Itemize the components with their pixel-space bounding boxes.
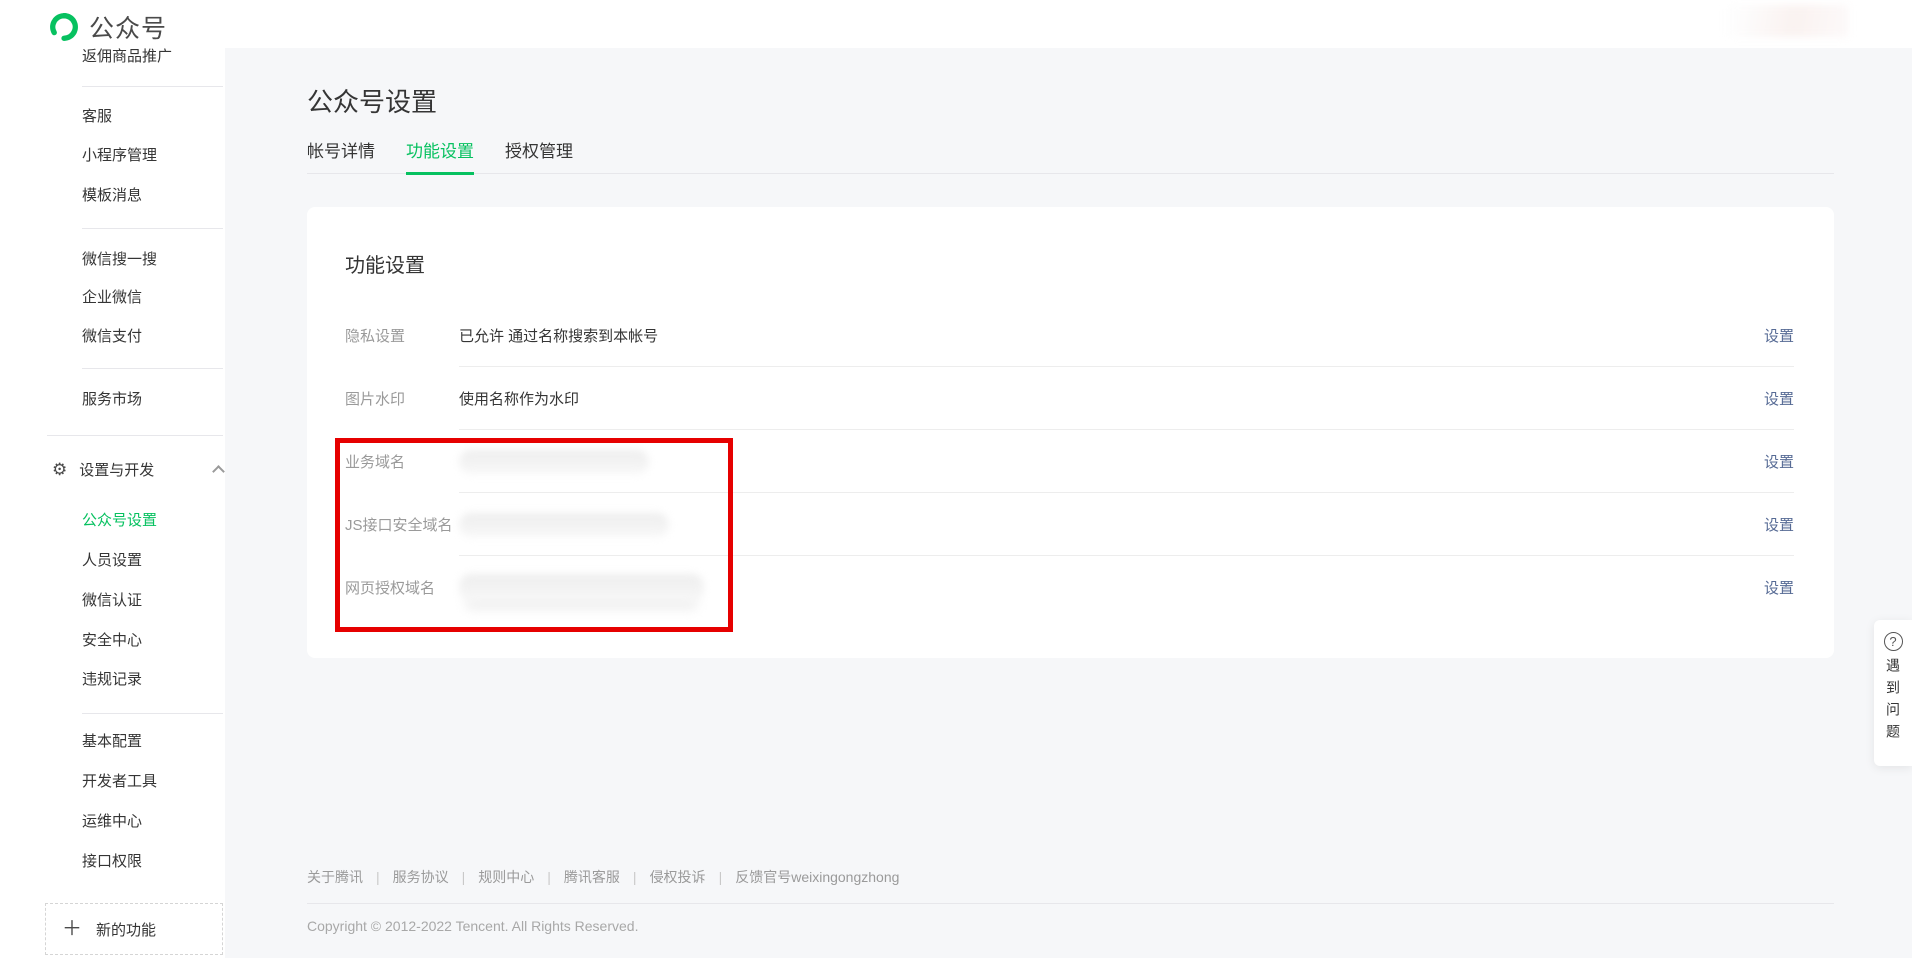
row-label: 图片水印 — [345, 391, 406, 408]
redacted-value-blur — [459, 512, 669, 537]
sidebar-item-api-permissions[interactable]: 接口权限 — [82, 852, 142, 872]
settings-row-privacy: 隐私设置 已允许 通过名称搜索到本帐号 设置 — [345, 304, 1794, 367]
sidebar-divider — [82, 86, 223, 87]
settings-link-watermark[interactable]: 设置 — [1764, 388, 1794, 409]
help-label: 遇到问题 — [1885, 658, 1901, 746]
row-label: JS接口安全域名 — [345, 517, 453, 534]
plus-icon: ＋ — [62, 918, 82, 940]
sidebar-item-service-market[interactable]: 服务市场 — [82, 390, 142, 410]
function-settings-card: 功能设置 隐私设置 已允许 通过名称搜索到本帐号 设置 图片水印 使用名称作为水… — [307, 207, 1834, 658]
settings-link-business-domain[interactable]: 设置 — [1764, 451, 1794, 472]
sidebar-divider — [47, 435, 223, 436]
row-value — [459, 512, 1764, 537]
sidebar-item-basic-configuration[interactable]: 基本配置 — [82, 732, 142, 752]
app-logo[interactable]: 公众号 — [49, 9, 167, 45]
settings-rows: 隐私设置 已允许 通过名称搜索到本帐号 设置 图片水印 使用名称作为水印 设置 … — [345, 304, 1794, 619]
copyright-text: Copyright © 2012-2022 Tencent. All Right… — [307, 918, 639, 934]
sidebar-item-violation-records[interactable]: 违规记录 — [82, 670, 142, 690]
help-widget[interactable]: ? 遇到问题 — [1874, 620, 1912, 766]
sidebar-item-security-center[interactable]: 安全中心 — [82, 631, 142, 651]
wechat-official-account-logo-icon — [50, 13, 78, 41]
wechat-mp-settings-page: 公众号设置 帐号详情 功能设置 授权管理 功能设置 隐私设置 已允许 通过名称搜… — [0, 0, 1912, 958]
settings-row-business-domain: 业务域名 设置 — [345, 430, 1794, 493]
footer-link-tencent-support[interactable]: 腾讯客服 — [564, 867, 620, 887]
footer-links: 关于腾讯 | 服务协议 | 规则中心 | 腾讯客服 | 侵权投诉 | 反馈官号w… — [307, 867, 1834, 904]
sidebar-item-wechat-verification[interactable]: 微信认证 — [82, 591, 142, 611]
settings-link-oauth-domain[interactable]: 设置 — [1764, 577, 1794, 598]
gear-icon: ⚙ — [52, 459, 68, 479]
sidebar-item-wechat-pay[interactable]: 微信支付 — [82, 327, 142, 347]
row-value — [459, 573, 1764, 602]
footer-separator: | — [461, 869, 466, 885]
footer-link-service-agreement[interactable]: 服务协议 — [393, 867, 449, 887]
settings-row-js-safe-domain: JS接口安全域名 设置 — [345, 493, 1794, 556]
sidebar-item-operations-center[interactable]: 运维中心 — [82, 812, 142, 832]
tab-account-details[interactable]: 帐号详情 — [307, 140, 375, 174]
footer-separator: | — [632, 869, 637, 885]
footer-separator: | — [718, 869, 723, 885]
redacted-user-info — [1728, 5, 1848, 37]
card-heading: 功能设置 — [345, 255, 425, 277]
sidebar-item-miniprogram-management[interactable]: 小程序管理 — [82, 146, 157, 166]
top-bar: 公众号 — [0, 0, 1912, 48]
sidebar-item-rebate-promotion[interactable]: 返佣商品推广 — [82, 47, 172, 67]
settings-row-oauth-domain: 网页授权域名 设置 — [345, 556, 1794, 619]
footer-separator: | — [547, 869, 551, 885]
page-footer: 关于腾讯 | 服务协议 | 规则中心 | 腾讯客服 | 侵权投诉 | 反馈官号w… — [307, 867, 1834, 934]
sidebar-item-wecom[interactable]: 企业微信 — [82, 288, 142, 308]
sidebar-group-settings-dev[interactable]: ⚙ 设置与开发 — [52, 458, 226, 480]
question-icon: ? — [1883, 632, 1903, 651]
sidebar-item-template-message[interactable]: 模板消息 — [82, 186, 142, 206]
logo-label: 公众号 — [89, 15, 168, 43]
sidebar: 返佣商品推广 客服 小程序管理 模板消息 微信搜一搜 企业微信 微信支付 服务市… — [0, 47, 226, 958]
sidebar-item-customer-service[interactable]: 客服 — [82, 107, 112, 127]
sidebar-item-wechat-search[interactable]: 微信搜一搜 — [82, 250, 157, 270]
footer-separator: | — [376, 869, 380, 885]
sidebar-divider — [82, 368, 223, 369]
redacted-value-blur — [459, 449, 649, 474]
row-label: 网页授权域名 — [345, 580, 436, 597]
row-label: 业务域名 — [345, 454, 406, 471]
redacted-value-blur — [459, 573, 704, 602]
question-glyph: ? — [1889, 634, 1897, 649]
row-value — [459, 449, 1764, 474]
row-label: 隐私设置 — [345, 328, 406, 345]
tab-bar: 帐号详情 功能设置 授权管理 — [307, 140, 1834, 175]
new-feature-label: 新的功能 — [96, 921, 157, 939]
page-title: 公众号设置 — [307, 87, 438, 117]
tab-function-settings[interactable]: 功能设置 — [406, 140, 474, 175]
settings-link-js-safe-domain[interactable]: 设置 — [1764, 514, 1794, 535]
settings-link-privacy[interactable]: 设置 — [1764, 325, 1794, 346]
row-value: 使用名称作为水印 — [459, 391, 580, 408]
footer-link-about-tencent[interactable]: 关于腾讯 — [307, 867, 363, 887]
settings-row-watermark: 图片水印 使用名称作为水印 设置 — [345, 367, 1794, 430]
sidebar-item-staff-settings[interactable]: 人员设置 — [82, 551, 142, 571]
row-value: 已允许 通过名称搜索到本帐号 — [459, 328, 659, 345]
sidebar-item-official-account-settings[interactable]: 公众号设置 — [82, 511, 157, 531]
new-feature-button[interactable]: ＋ 新的功能 — [45, 903, 223, 955]
footer-link-feedback-account[interactable]: 反馈官号weixingongzhong — [735, 867, 899, 887]
sidebar-divider — [82, 713, 223, 714]
footer-link-infringement-complaint[interactable]: 侵权投诉 — [650, 867, 706, 887]
tab-authorization-management[interactable]: 授权管理 — [505, 140, 573, 174]
sidebar-item-developer-tools[interactable]: 开发者工具 — [82, 772, 157, 792]
footer-link-rules-center[interactable]: 规则中心 — [478, 867, 534, 887]
main-content: 公众号设置 帐号详情 功能设置 授权管理 功能设置 隐私设置 已允许 通过名称搜… — [225, 48, 1912, 958]
chevron-up-icon — [212, 464, 226, 478]
sidebar-group-label: 设置与开发 — [79, 461, 155, 479]
sidebar-divider — [82, 228, 223, 229]
